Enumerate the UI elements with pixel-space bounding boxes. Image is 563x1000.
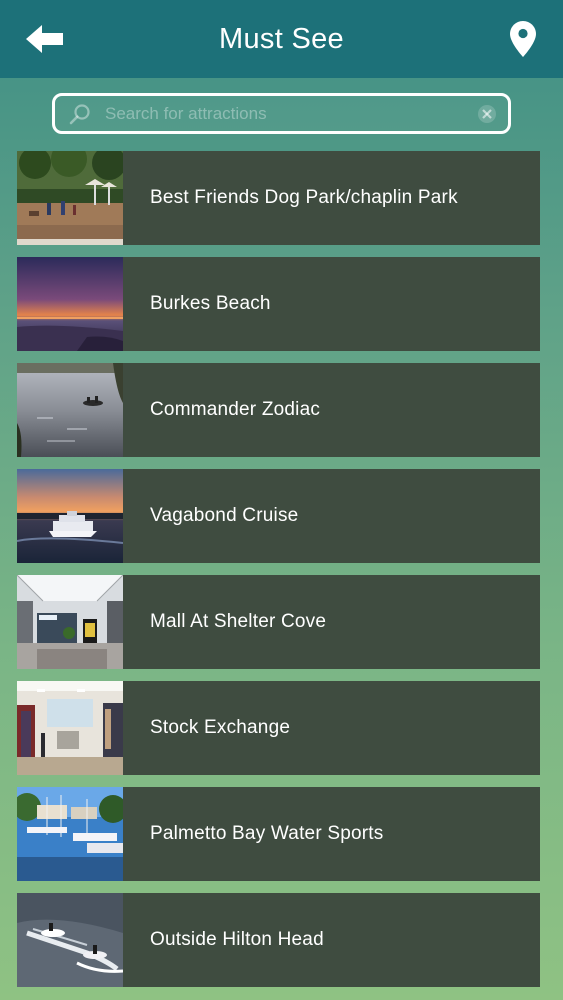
map-pin-icon: [510, 21, 536, 57]
mall-interior-photo: [17, 575, 123, 669]
search-input[interactable]: [105, 103, 476, 124]
list-item[interactable]: Commander Zodiac: [17, 363, 540, 457]
jet-ski-photo: [17, 893, 123, 987]
list-item-label: Stock Exchange: [150, 717, 291, 738]
map-button[interactable]: [503, 17, 543, 61]
marina-photo: [17, 787, 123, 881]
arrow-left-icon: [26, 25, 63, 53]
clothing-store-photo: [17, 681, 123, 775]
back-button[interactable]: [22, 19, 68, 59]
list-item-label: Vagabond Cruise: [150, 505, 299, 526]
list-item-label: Mall At Shelter Cove: [150, 611, 327, 632]
cruise-boat-sunset-photo: [17, 469, 123, 563]
park-photo: [17, 151, 123, 245]
page-title: Must See: [219, 22, 344, 55]
list-item-label: Palmetto Bay Water Sports: [150, 823, 384, 844]
list-item-label: Burkes Beach: [150, 293, 271, 314]
clear-icon[interactable]: [476, 103, 498, 125]
attractions-list: Best Friends Dog Park/chaplin Park Burke…: [17, 151, 540, 999]
list-item-label: Commander Zodiac: [150, 399, 321, 420]
top-navigation-bar: Must See: [0, 0, 563, 78]
search-icon: [69, 103, 91, 125]
list-item[interactable]: Palmetto Bay Water Sports: [17, 787, 540, 881]
list-item[interactable]: Stock Exchange: [17, 681, 540, 775]
list-item[interactable]: Burkes Beach: [17, 257, 540, 351]
list-item[interactable]: Best Friends Dog Park/chaplin Park: [17, 151, 540, 245]
boat-on-water-photo: [17, 363, 123, 457]
list-item-label: Outside Hilton Head: [150, 929, 324, 950]
list-item[interactable]: Outside Hilton Head: [17, 893, 540, 987]
list-item[interactable]: Vagabond Cruise: [17, 469, 540, 563]
list-item[interactable]: Mall At Shelter Cove: [17, 575, 540, 669]
list-item-label: Best Friends Dog Park/chaplin Park: [150, 187, 458, 208]
search-bar[interactable]: [52, 93, 511, 134]
sunset-beach-photo: [17, 257, 123, 351]
